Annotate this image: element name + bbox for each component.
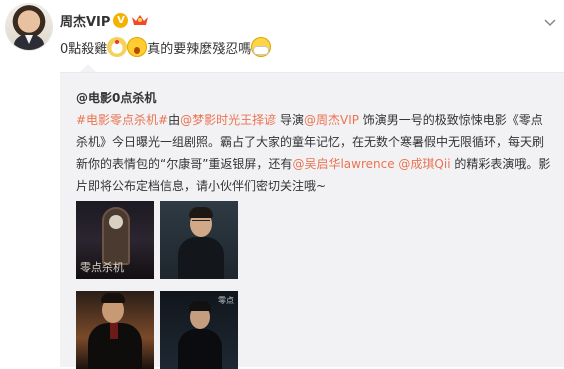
figure-shirt: [110, 323, 118, 339]
figure-hair: [189, 301, 211, 311]
chevron-down-icon[interactable]: [544, 12, 556, 27]
topic-link[interactable]: #电影零点杀机#: [76, 113, 168, 127]
mask-emoji-icon: [251, 37, 272, 57]
user-avatar[interactable]: [6, 4, 52, 50]
post-header: 周杰VIP V: [60, 10, 149, 30]
photo-thumbnail-2[interactable]: [160, 201, 238, 279]
clock-face: [109, 215, 123, 229]
photo-thumbnail-4[interactable]: 零点: [160, 291, 238, 369]
figure-hair: [101, 293, 125, 303]
post-text-part2: 真的要辣麼殘忍嗎: [147, 41, 252, 57]
figure-body: [178, 329, 222, 369]
text-b: 导演: [276, 113, 304, 127]
repost-card: @电影0点杀机 #电影零点杀机#由@梦影时光王择谚 导演@周杰VIP 饰演男一号…: [60, 72, 564, 369]
actor-link[interactable]: @周杰VIP: [304, 113, 359, 127]
photo-thumbnail-3[interactable]: [76, 291, 154, 369]
chick-emoji-icon: [107, 37, 128, 57]
username-link[interactable]: 周杰VIP: [60, 11, 110, 30]
director-link[interactable]: @梦影时光王择谚: [180, 113, 276, 127]
photo-thumbnail-1[interactable]: 零点杀机: [76, 201, 154, 279]
actor2-link[interactable]: @吴启华lawrence: [292, 157, 394, 171]
thumbnail-title-1: 零点杀机: [80, 261, 124, 274]
post-content: 0點殺雞 真的要辣麼殘忍嗎: [60, 36, 272, 58]
verified-badge-icon: V: [113, 12, 129, 28]
repost-author-link[interactable]: @电影0点杀机: [76, 89, 156, 106]
vip-crown-icon[interactable]: [131, 13, 149, 27]
repost-body-text: #电影零点杀机#由@梦影时光王择谚 导演@周杰VIP 饰演男一号的极致惊悚电影《…: [76, 109, 552, 197]
thumbnail-title-4: 零点: [218, 296, 234, 305]
actor3-link[interactable]: @成琪Qii: [398, 157, 450, 171]
text-a: 由: [168, 113, 181, 127]
figure-body: [178, 237, 224, 279]
shocked-emoji-icon: [127, 37, 148, 57]
figure-hair: [189, 207, 213, 218]
repost-arrow: [80, 64, 96, 72]
figure-glasses: [192, 220, 210, 225]
post-text-part1: 0點殺雞: [60, 41, 108, 57]
